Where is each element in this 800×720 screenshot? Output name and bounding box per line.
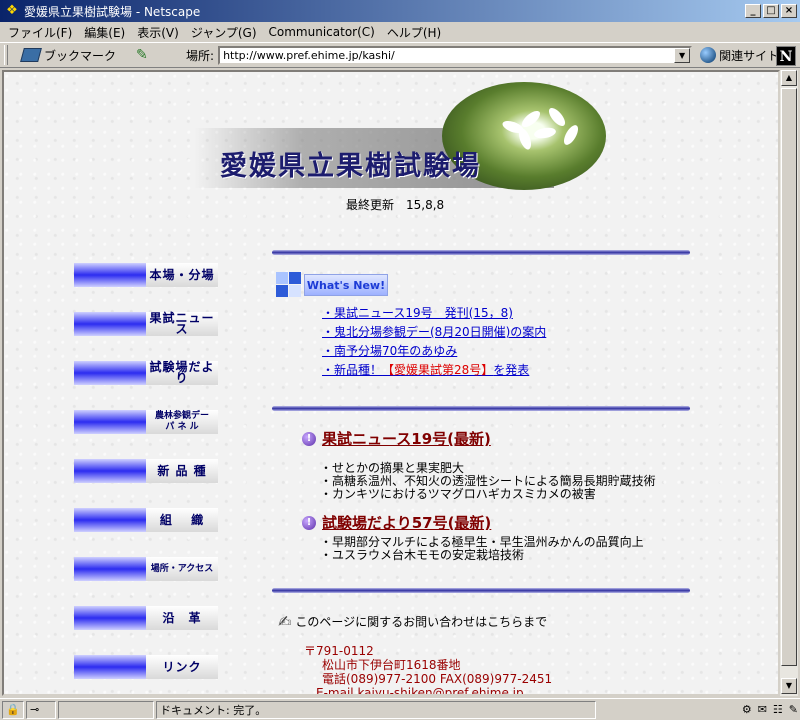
- list-item: ・南予分場70年のあゆみ: [322, 342, 546, 361]
- chevron-down-icon[interactable]: ▼: [674, 47, 691, 63]
- news-link[interactable]: ・南予分場70年のあゆみ: [322, 344, 457, 358]
- menu-edit[interactable]: 編集(E): [80, 24, 133, 41]
- exclamation-icon: !: [302, 431, 316, 446]
- email-address[interactable]: E-mail kajyu-shiken@pref.ehime.jp: [304, 686, 552, 694]
- scroll-up-icon[interactable]: ▲: [781, 70, 797, 86]
- whats-new-label: What's New!: [304, 274, 388, 296]
- list-item: ・ユスラウメ台木モモの安定栽培技術: [320, 548, 525, 562]
- street-address: 松山市下伊台町1618番地: [322, 658, 461, 672]
- news-link[interactable]: ・果試ニュース19号 発刊(15，8): [322, 306, 513, 320]
- pen-icon: ✍: [278, 612, 292, 631]
- toolbar-grip[interactable]: [4, 45, 8, 65]
- netscape-logo[interactable]: N: [776, 46, 796, 66]
- nav-organization[interactable]: 組 織: [74, 507, 218, 533]
- url-input[interactable]: http://www.pref.ehime.jp/kashi/ ▼: [218, 45, 693, 65]
- composer-icon[interactable]: ✎: [789, 703, 798, 716]
- vertical-scrollbar[interactable]: ▲ ▼: [780, 70, 798, 696]
- list-item: ・鬼北分場参観デー(8月20日開催)の案内: [322, 323, 546, 342]
- nav-label: 新 品 種: [146, 459, 218, 483]
- scroll-thumb[interactable]: [781, 88, 797, 666]
- nav-access[interactable]: 場所・アクセス: [74, 556, 218, 582]
- page-content: 愛媛県立果樹試験場 最終更新 15,8,8 本場・分場 果試ニュース 試験場だよ…: [2, 70, 780, 696]
- whats-new-banner: What's New!: [276, 272, 388, 298]
- minimize-button[interactable]: _: [745, 4, 761, 18]
- navigator-icon[interactable]: ⚙: [742, 703, 752, 716]
- related-sites-button[interactable]: 関連サイト: [700, 47, 779, 64]
- list-item: ・新品種！【愛媛果試第28号】を発表: [322, 361, 546, 380]
- nav-open-day-panel[interactable]: 農林参観デー パ ネ ル: [74, 409, 218, 435]
- location-toolbar: ブックマーク ✎ 場所: http://www.pref.ehime.jp/ka…: [0, 42, 800, 68]
- news-link[interactable]: ・鬼北分場参観デー(8月20日開催)の案内: [322, 325, 546, 339]
- bookmarks-button[interactable]: ブックマーク: [20, 47, 117, 64]
- contact-heading-text: このページに関するお問い合わせはこちらまで: [295, 615, 548, 629]
- maximize-button[interactable]: □: [763, 4, 779, 18]
- nav-history[interactable]: 沿 革: [74, 605, 218, 631]
- location-icon[interactable]: ✎: [136, 47, 150, 63]
- contact-heading: ✍ このページに関するお問い合わせはこちらまで: [278, 612, 547, 631]
- news-list: ・果試ニュース19号 発刊(15，8) ・鬼北分場参観デー(8月20日開催)の案…: [322, 304, 546, 380]
- site-title: 愛媛県立果樹試験場: [220, 151, 481, 182]
- mail-icon[interactable]: ✉: [758, 703, 767, 716]
- letter-issue-heading: ! 試験場だより57号(最新): [302, 512, 491, 533]
- menu-file[interactable]: ファイル(F): [4, 24, 80, 41]
- nav-news[interactable]: 果試ニュース: [74, 311, 218, 337]
- progress-bar: [58, 700, 154, 719]
- status-text: ドキュメント: 完了。: [156, 700, 596, 719]
- nav-main-branch[interactable]: 本場・分場: [74, 262, 218, 288]
- window-title: 愛媛県立果樹試験場 - Netscape: [24, 4, 201, 19]
- url-text: http://www.pref.ehime.jp/kashi/: [223, 48, 395, 62]
- status-bar: 🔒 ⊸ ドキュメント: 完了。 ⚙ ✉ ☷ ✎: [0, 698, 800, 720]
- contact-address: 〒791-0112 松山市下伊台町1618番地 電話(089)977-2100 …: [304, 644, 553, 694]
- nav-links[interactable]: リンク: [74, 654, 218, 680]
- discussion-icon[interactable]: ☷: [773, 703, 783, 716]
- nav-label: 本場・分場: [146, 263, 218, 287]
- letter-issue-link[interactable]: 試験場だより57号(最新): [322, 512, 491, 533]
- list-item: ・カンキツにおけるツマグロハギカスミカメの被害: [320, 487, 596, 501]
- security-lock-icon[interactable]: 🔒: [2, 700, 24, 719]
- exclamation-icon: !: [302, 515, 316, 530]
- nav-label: 果試ニュース: [146, 312, 218, 336]
- nav-label: 場所・アクセス: [146, 557, 218, 581]
- phone-fax: 電話(089)977-2100 FAX(089)977-2451: [322, 672, 553, 686]
- list-item: ・果試ニュース19号 発刊(15，8): [322, 304, 546, 323]
- globe-icon: [700, 47, 717, 63]
- related-sites-label: 関連サイト: [719, 48, 780, 63]
- nav-label: 農林参観デー パ ネ ル: [146, 410, 218, 434]
- last-updated: 最終更新 15,8,8: [346, 198, 445, 212]
- separator: [272, 588, 690, 593]
- connection-icon: ⊸: [26, 700, 56, 719]
- menu-communicator[interactable]: Communicator(C): [265, 25, 383, 39]
- menu-view[interactable]: 表示(V): [133, 24, 187, 41]
- menu-help[interactable]: ヘルプ(H): [383, 24, 449, 41]
- title-bar: ❖ 愛媛県立果樹試験場 - Netscape _ □ ×: [0, 0, 800, 22]
- news-issue-link[interactable]: 果試ニュース19号(最新): [322, 428, 491, 449]
- news-link[interactable]: ・新品種！【愛媛果試第28号】を発表: [322, 363, 529, 377]
- menu-go[interactable]: ジャンプ(G): [187, 24, 265, 41]
- scroll-down-icon[interactable]: ▼: [781, 678, 797, 694]
- nav-label: 沿 革: [146, 606, 218, 630]
- bookmarks-label: ブックマーク: [44, 48, 117, 63]
- menu-bar: ファイル(F) 編集(E) 表示(V) ジャンプ(G) Communicator…: [0, 22, 800, 42]
- nav-label: 組 織: [146, 508, 218, 532]
- postal-code: 〒791-0112: [304, 644, 374, 658]
- news-issue-topics: ・せとかの摘果と果実肥大 ・高糖系温州、不知火の透湿性シートによる簡易長期貯蔵技…: [320, 462, 656, 501]
- blue-squares-icon: [276, 272, 302, 298]
- nav-label: 試験場だより: [146, 361, 218, 385]
- nav-label: リンク: [146, 655, 218, 679]
- netscape-icon: ❖: [6, 3, 18, 18]
- bookmark-icon: [20, 48, 42, 62]
- close-button[interactable]: ×: [781, 4, 797, 18]
- letter-issue-topics: ・早期部分マルチによる極早生・早生温州みかんの品質向上 ・ユスラウメ台木モモの安…: [320, 536, 644, 562]
- separator: [272, 250, 690, 255]
- nav-new-varieties[interactable]: 新 品 種: [74, 458, 218, 484]
- news-issue-heading: ! 果試ニュース19号(最新): [302, 428, 491, 449]
- separator: [272, 406, 690, 411]
- location-label: 場所:: [186, 48, 215, 63]
- nav-letters[interactable]: 試験場だより: [74, 360, 218, 386]
